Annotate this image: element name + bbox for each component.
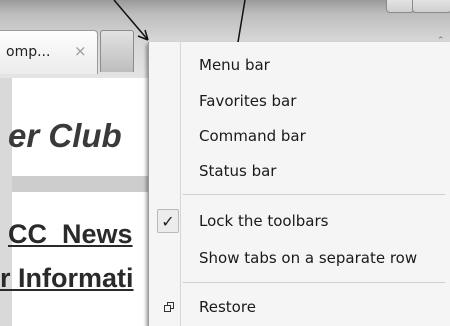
news-link[interactable]: CC_News	[8, 219, 133, 250]
menu-item-label: Status bar	[199, 162, 277, 180]
menu-item-label: Command bar	[199, 127, 306, 145]
toolbars-context-menu: Menu bar Favorites bar Command bar Statu…	[148, 42, 450, 326]
menu-separator	[183, 282, 445, 283]
menu-item-label: Lock the toolbars	[199, 212, 329, 230]
page-heading: er Club	[8, 117, 122, 154]
menu-item-label: Favorites bar	[199, 92, 297, 110]
menu-item-lock-toolbars[interactable]: ✓ Lock the toolbars	[149, 206, 445, 236]
checkmark-icon: ✓	[157, 209, 179, 233]
menu-separator	[183, 194, 445, 195]
menu-item-tabs-separate-row[interactable]: Show tabs on a separate row	[149, 243, 445, 273]
menu-item-label: Restore	[199, 298, 256, 316]
menu-item-label: Menu bar	[199, 56, 270, 74]
information-link[interactable]: r Informati	[0, 263, 134, 294]
menu-item-menu-bar[interactable]: Menu bar	[149, 50, 445, 80]
menu-item-favorites-bar[interactable]: Favorites bar	[149, 86, 445, 116]
restore-window-icon	[164, 302, 175, 313]
menu-item-command-bar[interactable]: Command bar	[149, 121, 445, 151]
arrow-to-tab-area	[113, 0, 149, 41]
menu-item-label: Show tabs on a separate row	[199, 249, 418, 267]
menu-item-restore[interactable]: Restore	[149, 292, 445, 322]
page-divider-band	[12, 176, 162, 192]
menu-item-status-bar[interactable]: Status bar	[149, 156, 445, 186]
